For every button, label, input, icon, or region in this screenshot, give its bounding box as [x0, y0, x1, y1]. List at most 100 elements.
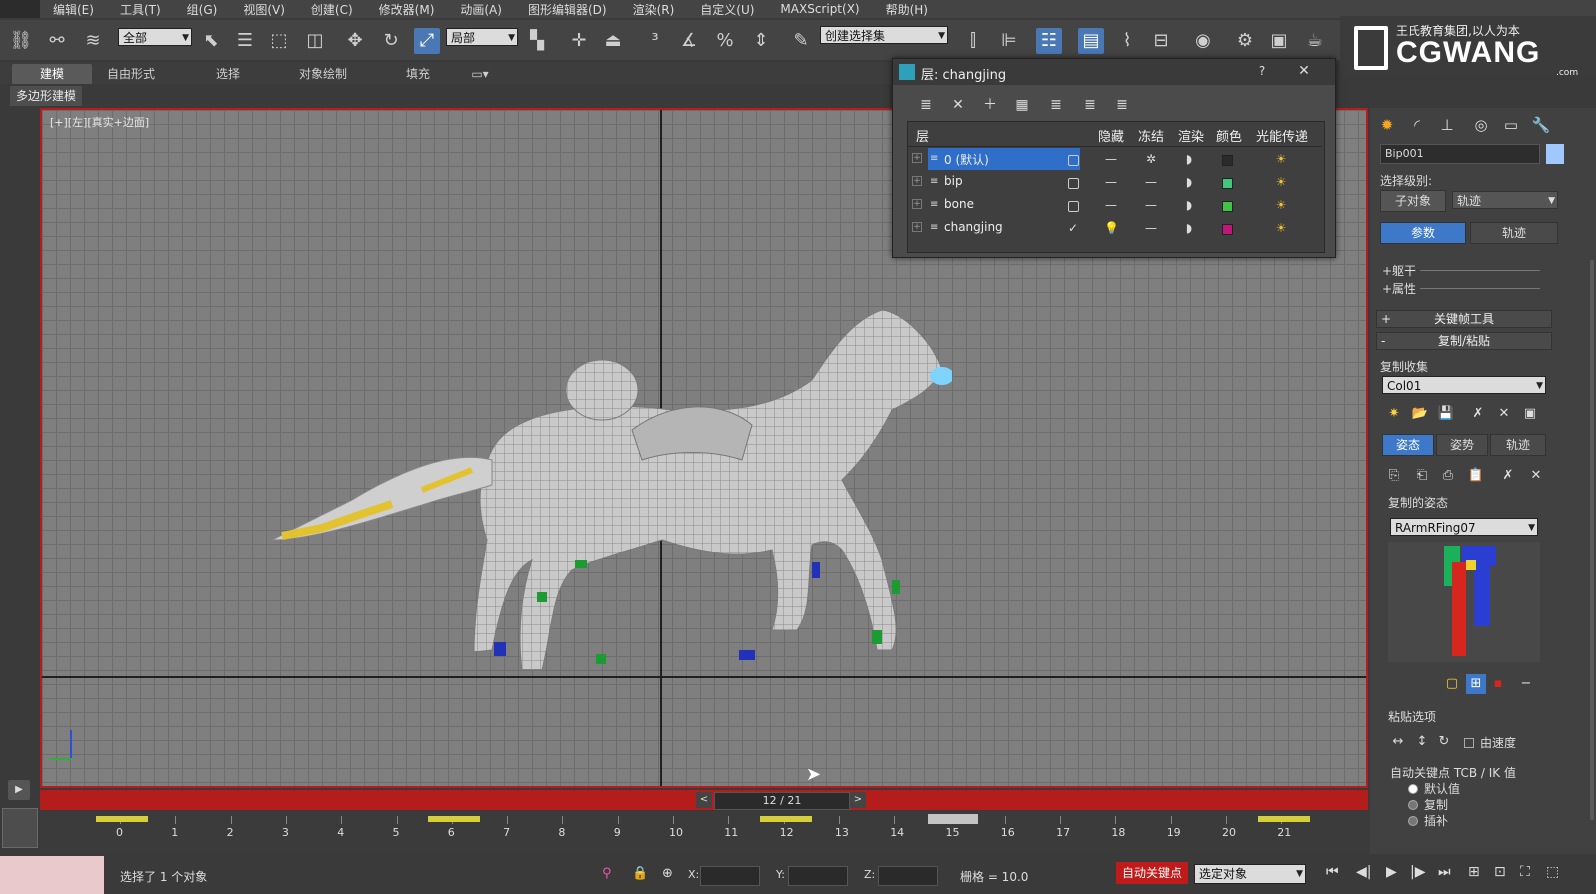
- track-bar[interactable]: 0 1 2 3 4 5 6 7 8 9 10 11 12 13 14 15 16 17 18 19 20 21: [40, 812, 1370, 854]
- radio-default[interactable]: [1408, 784, 1418, 794]
- menu-graph-editors[interactable]: 图形编辑器(D): [515, 1, 620, 18]
- angle-snap-icon[interactable]: ∡: [676, 28, 702, 54]
- pose-selected-icon[interactable]: ⊞: [1466, 674, 1486, 694]
- horse-model[interactable]: [252, 300, 952, 690]
- auto-key-button[interactable]: 自动关键点: [1116, 862, 1188, 884]
- play-icon[interactable]: ▶: [1386, 864, 1397, 880]
- pose-minus-icon[interactable]: −: [1516, 674, 1536, 694]
- create-tab-icon[interactable]: ✹: [1374, 112, 1400, 138]
- delete-all-poses-icon[interactable]: ✕: [1526, 466, 1546, 486]
- key-filter-dropdown[interactable]: 选定对象 ▼: [1194, 864, 1306, 884]
- menu-help[interactable]: 帮助(H): [873, 1, 941, 18]
- key-marker[interactable]: [428, 816, 480, 822]
- radiosity-sun-icon[interactable]: ☀: [1274, 221, 1288, 235]
- col-hide[interactable]: 隐藏: [1098, 126, 1124, 145]
- utilities-tab-icon[interactable]: 🔧: [1528, 112, 1554, 138]
- delete-layer-icon[interactable]: ✕: [947, 95, 969, 115]
- select-object-icon[interactable]: ⬉: [198, 28, 224, 54]
- rendered-frame-icon[interactable]: ▣: [1266, 28, 1292, 54]
- motion-tab-icon[interactable]: ◎: [1468, 112, 1494, 138]
- menu-modifiers[interactable]: 修改器(M): [366, 1, 448, 18]
- hide-toggle-icon[interactable]: —: [1104, 152, 1118, 166]
- expand-icon[interactable]: +: [912, 222, 922, 232]
- layer-color-swatch[interactable]: [1222, 224, 1233, 235]
- delete-pose-icon[interactable]: ✗: [1498, 466, 1518, 486]
- radio-interpolate[interactable]: [1408, 816, 1418, 826]
- next-key-icon[interactable]: |▶: [1410, 864, 1425, 880]
- prev-frame-icon[interactable]: <: [696, 792, 712, 808]
- hide-all-icon[interactable]: ≣: [1079, 95, 1101, 115]
- expand-icon[interactable]: +: [912, 199, 922, 209]
- go-to-end-icon[interactable]: ⏭: [1438, 864, 1451, 880]
- z-coord-input[interactable]: [878, 866, 938, 886]
- capture-stack-icon[interactable]: ⎙: [1438, 466, 1458, 486]
- reference-coord-dropdown[interactable]: 局部 ▼: [446, 28, 518, 46]
- y-coord-input[interactable]: [788, 866, 848, 886]
- keyboard-shortcut-icon[interactable]: ⏏: [600, 28, 626, 54]
- new-layer-icon[interactable]: ≣: [915, 95, 937, 115]
- menu-create[interactable]: 创建(C): [298, 1, 366, 18]
- col-color[interactable]: 颜色: [1216, 126, 1242, 145]
- rollout-properties[interactable]: +属性: [1382, 280, 1416, 297]
- params-tab[interactable]: 参数: [1380, 222, 1466, 244]
- save-collection-icon[interactable]: 💾: [1436, 404, 1456, 424]
- layer-dialog-titlebar[interactable]: 层: changjing ? ✕: [893, 59, 1335, 85]
- mirror-icon[interactable]: ⫿: [960, 28, 986, 54]
- current-layer-check-icon[interactable]: ✓: [1066, 221, 1080, 235]
- layer-manager-icon[interactable]: ☷: [1036, 28, 1062, 54]
- menu-group[interactable]: 组(G): [174, 1, 231, 18]
- help-button[interactable]: ?: [1251, 61, 1273, 81]
- modify-tab-icon[interactable]: ◜: [1404, 112, 1430, 138]
- bind-spacewarp-icon[interactable]: ≋: [80, 28, 106, 54]
- paste-icon[interactable]: 📋: [1466, 466, 1486, 486]
- capture-snapshot-icon[interactable]: ⎘: [1384, 466, 1404, 486]
- mode-track[interactable]: 轨迹: [1490, 434, 1546, 456]
- menu-customize[interactable]: 自定义(U): [687, 1, 767, 18]
- trajectories-tab[interactable]: 轨迹: [1470, 222, 1558, 244]
- layer-color-swatch[interactable]: [1222, 155, 1233, 166]
- snap-toggle-icon[interactable]: ³: [642, 28, 668, 54]
- render-teapot-icon[interactable]: ◗: [1182, 221, 1196, 235]
- paste-rotation-icon[interactable]: ↻: [1434, 732, 1454, 752]
- pose-red-icon[interactable]: ▪: [1488, 674, 1508, 694]
- key-marker[interactable]: [96, 816, 148, 822]
- max-load-icon[interactable]: ▣: [1520, 404, 1540, 424]
- ribbon-options-icon[interactable]: ▭▾: [462, 64, 498, 84]
- material-editor-icon[interactable]: ◉: [1190, 28, 1216, 54]
- render-teapot-icon[interactable]: ◗: [1182, 198, 1196, 212]
- key-marker[interactable]: [1258, 816, 1310, 822]
- sub-object-button[interactable]: 子对象: [1380, 190, 1446, 212]
- tab-populate[interactable]: 填充: [396, 64, 440, 84]
- expand-icon[interactable]: +: [912, 153, 922, 163]
- key-marker[interactable]: [760, 816, 812, 822]
- tab-object-paint[interactable]: 对象绘制: [288, 64, 358, 84]
- mode-pose[interactable]: 姿势: [1436, 434, 1488, 456]
- app-logo[interactable]: [0, 0, 40, 18]
- menu-edit[interactable]: 编辑(E): [40, 1, 107, 18]
- pivot-icon[interactable]: ▚: [524, 28, 550, 54]
- unlink-icon[interactable]: ⚯: [44, 28, 70, 54]
- hide-toggle-icon[interactable]: —: [1104, 198, 1118, 212]
- freeze-toggle-icon[interactable]: —: [1144, 221, 1158, 235]
- named-selection-dropdown[interactable]: 创建选择集 ▼: [820, 26, 948, 44]
- layer-dialog[interactable]: 层: changjing ? ✕ ≣ ✕ ＋ ▦ ≣ ≣ ≣ 层 隐藏 冻结 渲…: [892, 58, 1336, 258]
- percent-snap-icon[interactable]: %: [712, 28, 738, 54]
- tab-selection[interactable]: 选择: [200, 64, 256, 84]
- render-icon[interactable]: ☕: [1302, 28, 1328, 54]
- lock-icon[interactable]: 🔒: [632, 866, 648, 881]
- current-layer-checkbox[interactable]: [1068, 201, 1079, 212]
- layer-name[interactable]: 0 (默认): [944, 151, 989, 168]
- object-color-swatch[interactable]: [1546, 144, 1564, 164]
- pose-body-icon[interactable]: ▢: [1442, 674, 1462, 694]
- absolute-mode-icon[interactable]: ⊕: [662, 866, 673, 881]
- rollout-keyframe-tools[interactable]: + 关键帧工具: [1376, 310, 1552, 328]
- object-name-field[interactable]: Bip001: [1380, 144, 1540, 164]
- scale-icon[interactable]: ⤢: [414, 28, 440, 54]
- freeze-toggle-icon[interactable]: —: [1144, 198, 1158, 212]
- layer-name[interactable]: bone: [944, 197, 974, 211]
- col-radiosity[interactable]: 光能传递: [1256, 126, 1308, 145]
- radio-copy[interactable]: [1408, 800, 1418, 810]
- col-layer[interactable]: 层: [916, 126, 929, 145]
- add-to-layer-icon[interactable]: ＋: [979, 95, 1001, 115]
- zoom-all-icon[interactable]: ⊡: [1494, 864, 1506, 880]
